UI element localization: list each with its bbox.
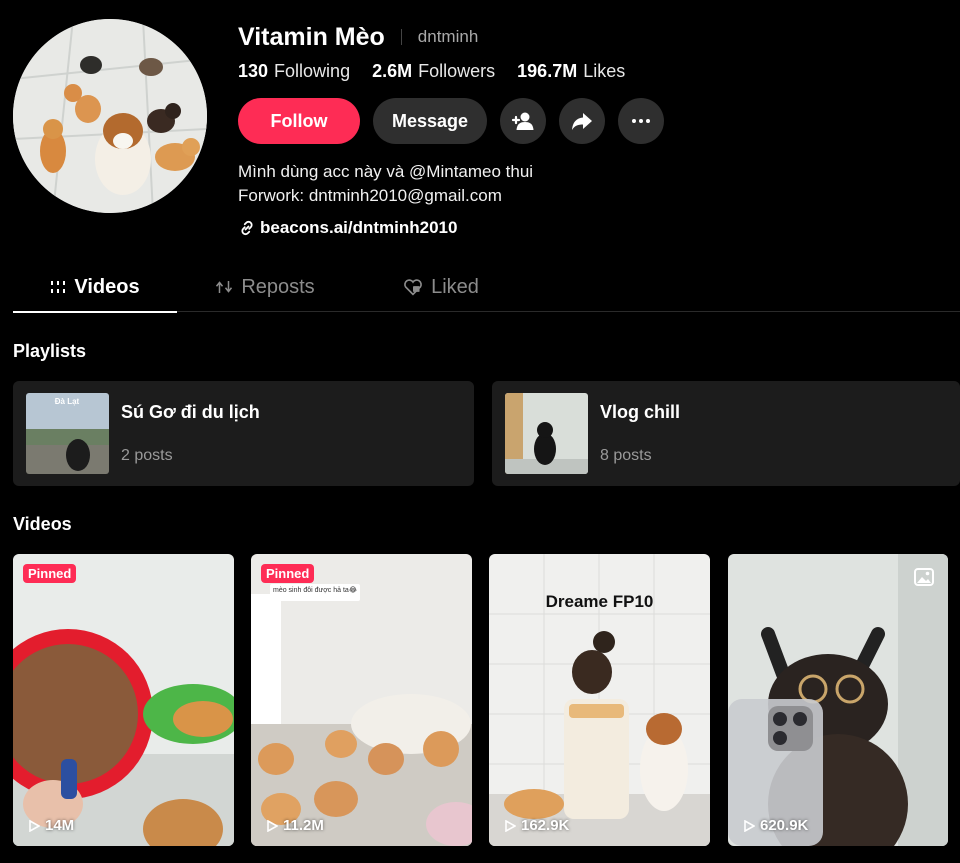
grid-icon — [50, 279, 66, 295]
playlist-count: 8 posts — [600, 447, 652, 464]
name-row: Vitamin Mèo dntminh — [238, 22, 960, 52]
message-button[interactable]: Message — [373, 98, 487, 144]
link-icon — [241, 220, 253, 236]
pinned-badge: Pinned — [261, 564, 315, 583]
profile-avatar[interactable] — [13, 19, 207, 213]
playlist-name: Vlog chill — [600, 402, 681, 422]
stat-value: 130 — [238, 61, 269, 81]
stat-label: Following — [274, 61, 351, 81]
play-icon — [505, 819, 516, 832]
profile-link[interactable]: beacons.ai/dntminh2010 — [238, 218, 960, 238]
tab-label: Liked — [431, 275, 479, 298]
video-thumbnail — [728, 554, 948, 846]
tab-label: Reposts — [241, 275, 315, 298]
view-count: 620.9K — [744, 817, 808, 834]
profile-stats: 130 Following 2.6M Followers 196.7M Likes — [238, 61, 960, 82]
tab-label: Videos — [74, 275, 140, 298]
view-count-text: 11.2M — [283, 817, 324, 834]
view-count: 162.9K — [505, 817, 569, 834]
profile-name: Vitamin Mèo — [238, 22, 385, 51]
profile-bio: Mình dùng acc này và @Mintameo thui Forw… — [238, 160, 960, 208]
follow-button[interactable]: Follow — [238, 98, 360, 144]
view-count: 14M — [29, 817, 74, 834]
thumb-title: Đà Lạt — [55, 397, 80, 406]
comment-bubble: mèo sinh đôi được hả ta😂 — [270, 584, 360, 601]
tab-liked[interactable]: Liked — [359, 262, 523, 312]
bio-line: Mình dùng acc này và @Mintameo thui — [238, 162, 534, 181]
more-icon — [632, 119, 650, 123]
pinned-badge: Pinned — [23, 564, 77, 583]
more-options-button[interactable] — [618, 98, 664, 144]
stat-label: Followers — [418, 61, 496, 81]
play-icon — [29, 819, 40, 832]
play-icon — [267, 819, 278, 832]
stat-likes: 196.7M Likes — [517, 61, 625, 82]
divider — [400, 29, 402, 45]
view-count-text: 620.9K — [760, 817, 809, 834]
playlist-card[interactable]: Vlog chill 8 posts — [492, 381, 960, 486]
add-user-icon — [511, 112, 534, 130]
share-icon — [572, 113, 592, 130]
stat-value: 2.6M — [372, 61, 413, 81]
photo-icon — [914, 568, 934, 591]
video-card[interactable]: Dreame FP10 162.9K — [489, 554, 710, 846]
playlist-thumbnail: Đà Lạt — [26, 393, 109, 474]
link-text: beacons.ai/dntminh2010 — [260, 218, 458, 237]
share-button[interactable] — [559, 98, 605, 144]
bio-line: Forwork: dntminh2010@gmail.com — [238, 186, 502, 205]
playlist-name: Sú Gơ đi du lịch — [121, 402, 260, 422]
repost-icon — [215, 278, 233, 296]
play-icon — [744, 819, 755, 832]
view-count-text: 162.9K — [521, 817, 570, 834]
video-card[interactable]: Pinned 14M — [13, 554, 234, 846]
playlist-thumbnail — [505, 393, 588, 474]
stat-following[interactable]: 130 Following — [238, 61, 350, 82]
view-count: 11.2M — [267, 817, 324, 834]
view-count-text: 14M — [45, 817, 75, 834]
video-card[interactable]: 620.9K — [728, 554, 948, 846]
videos-heading: Videos — [13, 514, 72, 534]
profile-info: Vitamin Mèo dntminh 130 Following 2.6M Fol… — [238, 22, 960, 238]
heart-lock-icon — [403, 278, 423, 296]
profile-handle: dntminh — [417, 27, 479, 46]
playlists-heading: Playlists — [13, 341, 87, 361]
video-overlay-title: Dreame FP10 — [545, 592, 654, 611]
stat-followers[interactable]: 2.6M Followers — [372, 61, 495, 82]
add-friend-button[interactable] — [500, 98, 546, 144]
profile-page: Vitamin Mèo dntminh 130 Following 2.6M Fol… — [0, 0, 960, 863]
profile-actions: Follow Message — [238, 98, 960, 144]
tab-videos[interactable]: Videos — [13, 262, 177, 313]
tab-reposts[interactable]: Reposts — [183, 262, 347, 312]
profile-tabs: Videos Reposts Liked — [13, 262, 960, 313]
playlist-card[interactable]: Đà Lạt Sú Gơ đi du lịch 2 posts — [13, 381, 474, 486]
stat-label: Likes — [583, 61, 626, 81]
video-thumbnail — [13, 554, 234, 846]
playlist-count: 2 posts — [121, 447, 173, 464]
stat-value: 196.7M — [517, 61, 578, 81]
video-card[interactable]: mèo sinh đôi được hả ta😂 Pinned 11.2M — [251, 554, 472, 846]
